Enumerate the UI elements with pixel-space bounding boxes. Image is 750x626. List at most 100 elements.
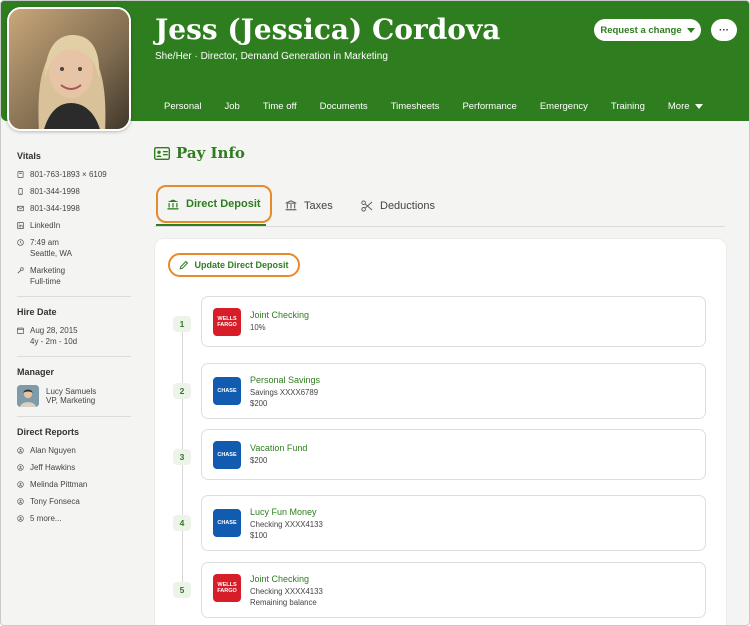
account-name: Joint Checking — [250, 574, 310, 584]
sidebar-divider — [17, 356, 131, 357]
linkedin-link[interactable]: LinkedIn — [30, 220, 60, 231]
direct-report-name: Alan Nguyen — [30, 446, 76, 455]
id-card-icon — [154, 146, 170, 160]
bank-icon — [285, 200, 297, 211]
deposit-order-number: 4 — [173, 515, 191, 531]
employment-type-text: Full-time — [30, 277, 61, 286]
update-direct-deposit-label: Update Direct Deposit — [194, 260, 289, 270]
wrench-icon — [17, 267, 24, 274]
person-icon — [17, 515, 24, 522]
account-detail: $200 — [250, 456, 268, 465]
employee-name: Jess (Jessica) Cordova — [155, 13, 501, 46]
subtab-deductions[interactable]: Deductions — [361, 185, 435, 226]
tab-timesheets[interactable]: Timesheets — [391, 99, 440, 113]
deposit-account-row[interactable]: WELLS FARGO Joint Checking 10% — [201, 296, 706, 347]
request-change-button[interactable]: Request a change — [594, 19, 701, 41]
subtab-direct-deposit[interactable]: Direct Deposit — [156, 185, 272, 223]
deposit-order-number: 2 — [173, 383, 191, 399]
person-icon — [17, 464, 24, 471]
chase-logo-text: CHASE — [217, 520, 237, 526]
account-detail: 10% — [250, 323, 266, 332]
pencil-icon — [179, 260, 189, 270]
deposit-order-number: 1 — [173, 316, 191, 332]
manager-card[interactable]: Lucy Samuels VP, Marketing — [17, 385, 133, 407]
vitals-email: 801-344-1998 — [17, 203, 133, 214]
active-subtab-indicator — [156, 224, 266, 226]
mobile-phone-text[interactable]: 801-344-1998 — [30, 186, 80, 197]
account-detail: $200 — [250, 399, 268, 408]
hire-date-row: Aug 28, 2015 4y - 2m - 10d — [17, 325, 133, 347]
deposit-account-row[interactable]: CHASE Personal Savings Savings XXXX6789 … — [201, 363, 706, 419]
direct-reports-more-link[interactable]: 5 more... — [17, 513, 133, 524]
profile-sidebar: Vitals 801-763-1893 × 6109 801-344-1998 … — [17, 151, 133, 530]
tab-more-label: More — [667, 100, 690, 112]
account-detail: Checking XXXX4133 — [250, 520, 323, 529]
work-phone-text[interactable]: 801-763-1893 × 6109 — [30, 169, 107, 180]
deposit-account-row[interactable]: WELLS FARGO Joint Checking Checking XXXX… — [201, 562, 706, 618]
tab-performance[interactable]: Performance — [462, 99, 516, 113]
chase-logo: CHASE — [213, 509, 241, 537]
person-icon — [17, 447, 24, 454]
tab-more[interactable]: More — [668, 99, 703, 113]
chase-logo-text: CHASE — [217, 452, 237, 458]
bank-icon — [167, 199, 179, 209]
update-direct-deposit-button[interactable]: Update Direct Deposit — [168, 253, 300, 277]
account-name: Joint Checking — [250, 310, 310, 320]
direct-report-item[interactable]: Tony Fonseca — [17, 496, 133, 507]
tab-training[interactable]: Training — [611, 99, 645, 113]
account-detail: Savings XXXX6789 — [250, 388, 319, 397]
subtab-direct-deposit-label: Direct Deposit — [186, 198, 261, 210]
account-name: Personal Savings — [250, 375, 321, 385]
pay-info-heading: Pay Info — [154, 144, 245, 162]
deposit-order-number: 5 — [173, 582, 191, 598]
manager-heading: Manager — [17, 367, 55, 377]
direct-report-item[interactable]: Alan Nguyen — [17, 445, 133, 456]
tab-time-off[interactable]: Time off — [263, 99, 297, 113]
email-text[interactable]: 801-344-1998 — [30, 203, 80, 214]
pay-info-title: Pay Info — [176, 144, 245, 162]
account-detail: Remaining balance — [250, 598, 317, 607]
tab-documents[interactable]: Documents — [320, 99, 368, 113]
tenure-text: 4y - 2m - 10d — [30, 337, 78, 346]
chevron-down-icon — [694, 103, 703, 109]
subtab-deductions-label: Deductions — [380, 199, 436, 212]
account-detail: Checking XXXX4133 — [250, 587, 323, 596]
scissors-icon — [361, 199, 373, 212]
subtab-taxes-label: Taxes — [304, 199, 333, 212]
direct-reports-more-text: 5 more... — [30, 514, 62, 523]
more-actions-button[interactable]: ··· — [711, 19, 737, 41]
manager-avatar — [17, 385, 39, 407]
pay-info-subtabs: Direct Deposit Taxes Deductions — [154, 185, 725, 227]
deposit-account-row[interactable]: CHASE Vacation Fund $200 — [201, 429, 706, 480]
direct-report-item[interactable]: Jeff Hawkins — [17, 462, 133, 473]
vitals-heading: Vitals — [17, 151, 41, 161]
employee-subtitle: She/Her · Director, Demand Generation in… — [155, 51, 388, 62]
direct-report-item[interactable]: Melinda Pittman — [17, 479, 133, 490]
sidebar-divider — [17, 416, 131, 417]
chase-logo: CHASE — [213, 377, 241, 405]
hire-date-heading: Hire Date — [17, 307, 57, 317]
manager-title: VP, Marketing — [46, 396, 96, 405]
calendar-icon — [17, 327, 24, 334]
wells-fargo-logo: WELLS FARGO — [213, 308, 241, 336]
vitals-mobile-phone: 801-344-1998 — [17, 186, 133, 197]
subtab-taxes[interactable]: Taxes — [285, 185, 333, 226]
chevron-down-icon — [686, 27, 695, 33]
deposit-account-row[interactable]: CHASE Lucy Fun Money Checking XXXX4133 $… — [201, 495, 706, 551]
tab-job[interactable]: Job — [225, 99, 240, 113]
linkedin-icon — [17, 222, 24, 229]
person-icon — [17, 481, 24, 488]
tab-emergency[interactable]: Emergency — [540, 99, 588, 113]
tab-personal[interactable]: Personal — [164, 99, 202, 113]
wells-fargo-logo: WELLS FARGO — [213, 574, 241, 602]
account-name: Vacation Fund — [250, 443, 308, 453]
desk-phone-icon — [17, 171, 24, 178]
chase-logo: CHASE — [213, 441, 241, 469]
request-change-label: Request a change — [600, 24, 682, 36]
direct-reports-heading: Direct Reports — [17, 427, 80, 437]
local-time-text: 7:49 am — [30, 238, 59, 247]
direct-report-name: Jeff Hawkins — [30, 463, 76, 472]
vitals-work-phone: 801-763-1893 × 6109 — [17, 169, 133, 180]
account-name: Lucy Fun Money — [250, 507, 317, 517]
direct-report-name: Melinda Pittman — [30, 480, 88, 489]
